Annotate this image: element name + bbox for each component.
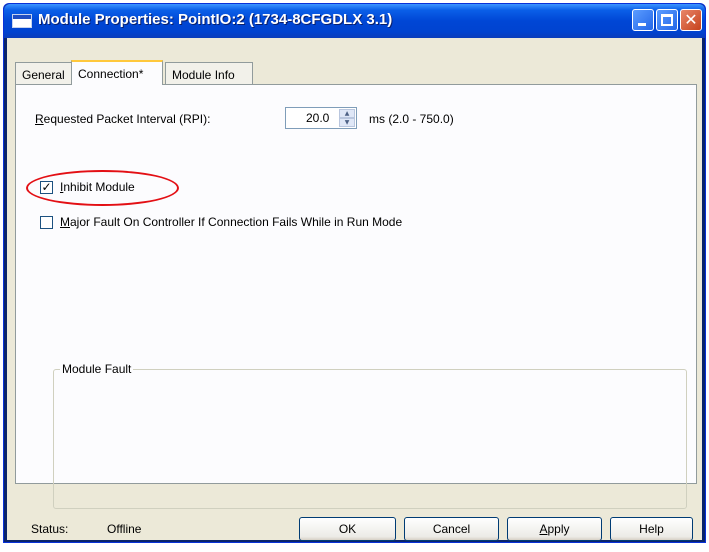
rpi-spinner[interactable]: ▲ ▼ <box>339 109 355 127</box>
apply-button[interactable]: Apply <box>507 517 602 541</box>
rpi-label: Requested Packet Interval (RPI): <box>35 112 211 126</box>
status-value: Offline <box>107 522 142 536</box>
rpi-unit-range: ms (2.0 - 750.0) <box>369 112 454 126</box>
major-fault-checkbox[interactable] <box>40 216 53 229</box>
module-fault-title: Module Fault <box>60 362 134 376</box>
ok-button[interactable]: OK <box>299 517 396 541</box>
title-bar[interactable]: Module Properties: PointIO:2 (1734-8CFGD… <box>4 4 705 38</box>
maximize-button[interactable] <box>656 9 678 31</box>
spin-down-icon[interactable]: ▼ <box>339 118 355 127</box>
minimize-button[interactable] <box>632 9 654 31</box>
major-fault-label: Major Fault On Controller If Connection … <box>60 215 403 229</box>
rpi-spinbox[interactable]: 20.0 ▲ ▼ <box>285 107 357 129</box>
inhibit-module-label: Inhibit Module <box>60 180 135 194</box>
help-button[interactable]: Help <box>610 517 693 541</box>
tab-module-info-label: Module Info <box>172 68 235 82</box>
connection-tab-panel: Requested Packet Interval (RPI): 20.0 ▲ … <box>15 84 697 509</box>
maximize-icon <box>661 14 673 26</box>
tab-connection[interactable]: Connection* <box>71 60 163 85</box>
module-properties-window: Module Properties: PointIO:2 (1734-8CFGD… <box>3 3 706 543</box>
window-title: Module Properties: PointIO:2 (1734-8CFGD… <box>38 11 393 28</box>
tab-general-label: General <box>22 68 65 82</box>
spin-up-icon[interactable]: ▲ <box>339 109 355 118</box>
inhibit-module-checkbox[interactable]: ✓ <box>40 181 53 194</box>
tab-module-info[interactable]: Module Info <box>165 62 253 84</box>
dialog-client-area: General Connection* Module Info Requeste… <box>7 38 702 541</box>
minimize-icon <box>638 23 646 26</box>
rpi-value[interactable]: 20.0 <box>306 111 329 125</box>
close-icon: ✕ <box>684 10 698 29</box>
status-label: Status: <box>31 522 69 536</box>
module-fault-group: Module Fault <box>53 362 687 509</box>
close-button[interactable]: ✕ <box>680 9 702 31</box>
window-app-icon <box>12 14 32 28</box>
cancel-button[interactable]: Cancel <box>404 517 499 541</box>
tab-general[interactable]: General <box>15 62 73 84</box>
tab-connection-label: Connection* <box>78 67 144 81</box>
